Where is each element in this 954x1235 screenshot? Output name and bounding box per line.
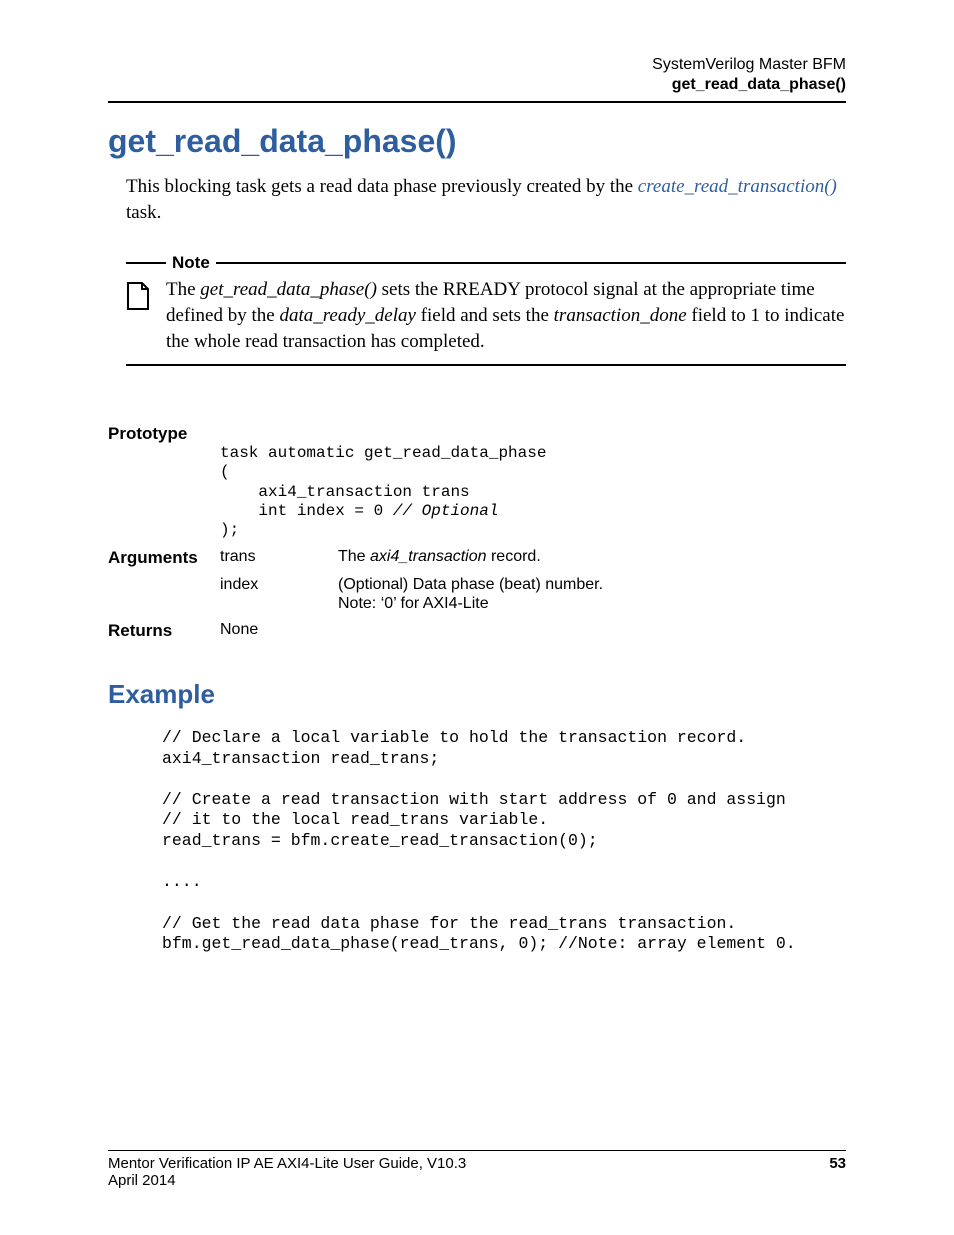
prototype-label: Prototype bbox=[108, 424, 220, 444]
note-document-icon bbox=[126, 277, 166, 354]
intro-paragraph: This blocking task gets a read data phas… bbox=[108, 174, 846, 225]
note-bottom-rule bbox=[126, 364, 846, 366]
header-rule bbox=[108, 101, 846, 103]
footer-page-number: 53 bbox=[829, 1155, 846, 1172]
create-read-transaction-link[interactable]: create_read_transaction() bbox=[638, 176, 837, 197]
example-code: // Declare a local variable to hold the … bbox=[108, 728, 846, 955]
intro-text-post: task. bbox=[126, 202, 161, 223]
page: SystemVerilog Master BFM get_read_data_p… bbox=[0, 0, 954, 1235]
argument-trans-desc: The axi4_transaction record. bbox=[338, 540, 603, 568]
footer-guide: Mentor Verification IP AE AXI4-Lite User… bbox=[108, 1155, 466, 1172]
page-header: SystemVerilog Master BFM get_read_data_p… bbox=[108, 55, 846, 95]
argument-trans-name: trans bbox=[220, 540, 338, 568]
note-block: Note The get_read_data_phase() sets the … bbox=[108, 253, 846, 366]
header-line-1: SystemVerilog Master BFM bbox=[108, 55, 846, 75]
note-rule-right bbox=[216, 262, 846, 264]
header-line-2: get_read_data_phase() bbox=[108, 75, 846, 95]
example-heading: Example bbox=[108, 679, 846, 710]
argument-index-name: index bbox=[220, 568, 338, 613]
definition-table: Prototype task automatic get_read_data_p… bbox=[108, 424, 846, 641]
returns-value: None bbox=[220, 613, 603, 641]
page-footer: Mentor Verification IP AE AXI4-Lite User… bbox=[108, 1150, 846, 1189]
note-rule-left bbox=[126, 262, 166, 264]
returns-label: Returns bbox=[108, 613, 220, 641]
note-top-rule: Note bbox=[126, 253, 846, 273]
footer-rule bbox=[108, 1150, 846, 1151]
prototype-code: task automatic get_read_data_phase ( axi… bbox=[220, 444, 603, 540]
intro-text-pre: This blocking task gets a read data phas… bbox=[126, 176, 638, 197]
argument-index-desc: (Optional) Data phase (beat) number.Note… bbox=[338, 568, 603, 613]
footer-date: April 2014 bbox=[108, 1172, 846, 1189]
note-label: Note bbox=[166, 253, 216, 273]
note-text: The get_read_data_phase() sets the RREAD… bbox=[166, 277, 846, 354]
page-title: get_read_data_phase() bbox=[108, 123, 846, 160]
arguments-label: Arguments bbox=[108, 540, 220, 568]
